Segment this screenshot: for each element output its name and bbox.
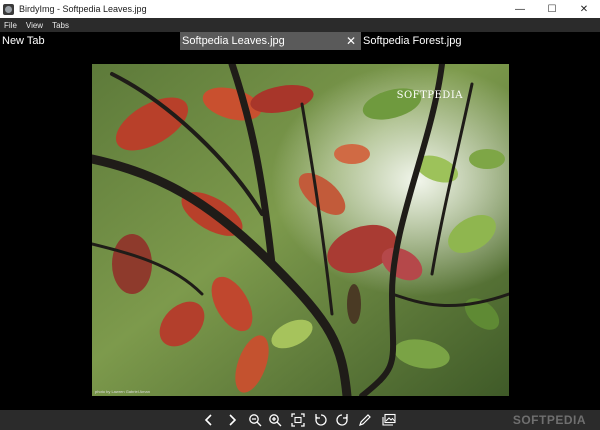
menu-bar: File View Tabs	[0, 18, 600, 32]
zoom-out-icon[interactable]	[247, 412, 263, 428]
window-title: BirdyImg - Softpedia Leaves.jpg	[19, 4, 147, 14]
window-controls: — ☐ ✕	[504, 0, 600, 18]
minimize-button[interactable]: —	[504, 0, 536, 18]
rotate-right-icon[interactable]	[334, 412, 350, 428]
photo-watermark: SOFTPEDIA	[396, 90, 463, 101]
photo-credit: photo by Lawren Gabriel Aman	[95, 389, 150, 394]
leaves-photo	[92, 64, 509, 396]
tab-bar: New Tab Softpedia Leaves.jpg ✕ Softpedia…	[0, 32, 600, 50]
image-viewer: SOFTPEDIA photo by Lawren Gabriel Aman	[0, 50, 600, 410]
zoom-in-icon[interactable]	[267, 412, 283, 428]
tab-new-tab[interactable]: New Tab	[0, 32, 180, 50]
tab-label: Softpedia Forest.jpg	[363, 35, 462, 47]
tab-label: New Tab	[2, 35, 45, 47]
title-bar: BirdyImg - Softpedia Leaves.jpg — ☐ ✕	[0, 0, 600, 18]
photo-canvas[interactable]: SOFTPEDIA photo by Lawren Gabriel Aman	[92, 64, 509, 396]
menu-view[interactable]: View	[26, 21, 43, 30]
maximize-button[interactable]: ☐	[536, 0, 568, 18]
menu-file[interactable]: File	[4, 21, 17, 30]
tab-label: Softpedia Leaves.jpg	[182, 35, 285, 47]
tab-softpedia-forest[interactable]: Softpedia Forest.jpg	[361, 32, 541, 50]
edit-pencil-icon[interactable]	[357, 412, 373, 428]
tab-close-button[interactable]: ✕	[346, 34, 356, 48]
rotate-left-icon[interactable]	[313, 412, 329, 428]
tab-softpedia-leaves[interactable]: Softpedia Leaves.jpg ✕	[180, 32, 361, 50]
gallery-icon[interactable]	[381, 412, 397, 428]
fit-screen-icon[interactable]	[290, 412, 306, 428]
softpedia-watermark: SOFTPEDIA	[512, 413, 586, 427]
close-window-button[interactable]: ✕	[568, 0, 600, 18]
bottom-toolbar: SOFTPEDIA	[0, 410, 600, 430]
chevron-left-icon[interactable]	[201, 412, 217, 428]
app-icon	[3, 3, 14, 15]
menu-tabs[interactable]: Tabs	[52, 21, 69, 30]
chevron-right-icon[interactable]	[224, 412, 240, 428]
